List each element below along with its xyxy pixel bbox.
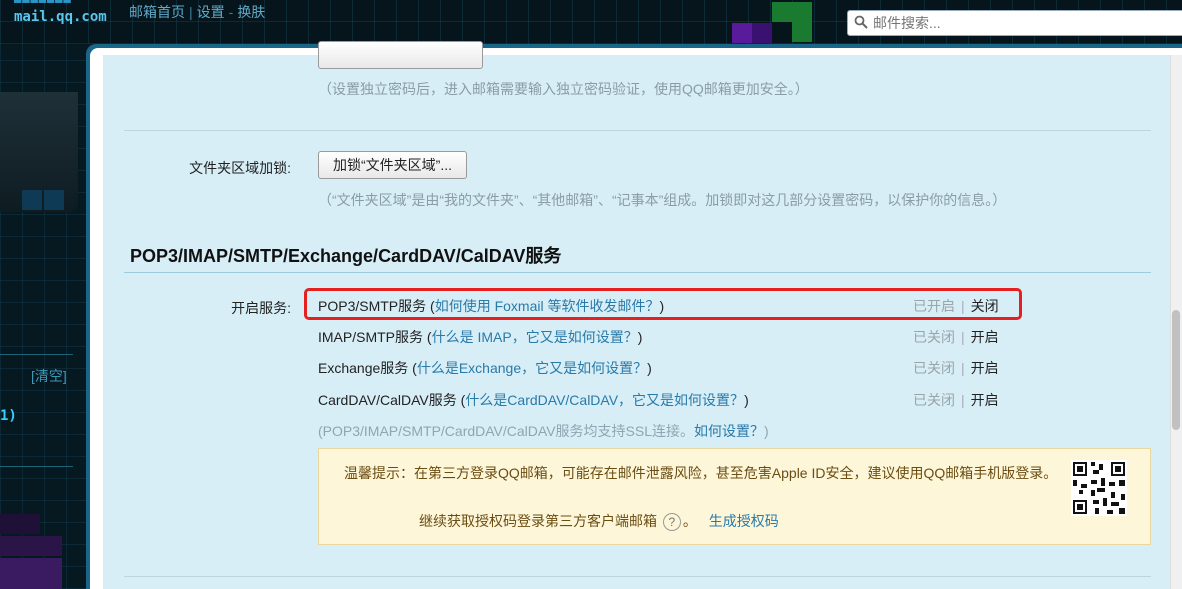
mail-search-box[interactable] (847, 10, 1182, 36)
help-icon[interactable]: ? (662, 513, 681, 532)
service-row-imap: IMAP/SMTP服务 (什么是 IMAP，它又是如何设置？) (318, 329, 643, 345)
service-help-link[interactable]: 什么是Exchange，它又是如何设置？ (417, 360, 647, 376)
scrollbar-thumb[interactable] (1172, 310, 1180, 430)
skin-decor-tile (752, 23, 772, 43)
status-text: 已关闭 (913, 360, 955, 376)
link-separator: | (189, 4, 193, 20)
settings-content: （设置独立密码后，进入邮箱需要输入独立密码验证，使用QQ邮箱更加安全。） 文件夹… (103, 41, 1170, 589)
sidebar-divider (0, 354, 73, 355)
status-text: 已关闭 (913, 329, 955, 345)
sidebar-decor-tile (44, 190, 64, 210)
service-name: IMAP/SMTP服务 (318, 329, 424, 345)
search-input[interactable] (873, 13, 1173, 33)
set-password-button[interactable] (318, 41, 483, 69)
status-separator: | (961, 392, 965, 408)
service-toggle-link[interactable]: 开启 (971, 329, 999, 345)
section-divider (124, 576, 1151, 577)
security-notice: 温馨提示：在第三方登录QQ邮箱，可能存在邮件泄露风险，甚至危害Apple ID安… (318, 448, 1151, 545)
status-text: 已关闭 (913, 392, 955, 408)
skin-decor-tile (732, 23, 752, 43)
sidebar-decor-tile (0, 558, 62, 589)
skin-decor-tile (792, 2, 812, 22)
service-toggle-link[interactable]: 开启 (971, 360, 999, 376)
link-change-skin[interactable]: 换肤 (237, 4, 265, 20)
status-separator: | (961, 360, 965, 376)
ssl-note-text: (POP3/IMAP/SMTP/CardDAV/CalDAV服务均支持SSL连接… (318, 423, 694, 439)
section-divider (124, 272, 1151, 273)
status-separator: | (961, 329, 965, 345)
link-separator: - (228, 4, 234, 20)
qr-code-icon (1071, 460, 1127, 516)
ssl-note: (POP3/IMAP/SMTP/CardDAV/CalDAV服务均支持SSL连接… (318, 421, 769, 441)
password-hint: （设置独立密码后，进入邮箱需要输入独立密码验证，使用QQ邮箱更加安全。） (318, 81, 809, 97)
top-links: 邮箱首页 | 设置 - 换肤 (129, 2, 265, 22)
service-help-link[interactable]: 什么是 IMAP，它又是如何设置？ (432, 329, 638, 345)
service-name: CardDAV/CalDAV服务 (318, 392, 457, 408)
link-mail-home[interactable]: 邮箱首页 (129, 4, 185, 20)
service-status-carddav: 已关闭 | 开启 (913, 390, 999, 410)
services-section-title: POP3/IMAP/SMTP/Exchange/CardDAV/CalDAV服务 (130, 246, 562, 266)
period-text: 。 (682, 513, 697, 529)
clear-button[interactable]: [清空] (31, 366, 67, 386)
notice-continue: 继续获取授权码登录第三方客户端邮箱 ?。 生成授权码 (419, 511, 779, 532)
pop3-row-highlight (304, 288, 1022, 320)
lock-folder-area-button[interactable]: 加锁“文件夹区域”... (318, 151, 467, 179)
skin-decor-tile (792, 22, 812, 42)
enable-service-label: 开启服务: (231, 300, 291, 316)
ssl-note-close: ) (764, 423, 769, 439)
folder-lock-hint: （“文件夹区域”是由“我的文件夹”、“其他邮箱”、“记事本”组成。加锁即对这几部… (318, 192, 1007, 208)
logo-text: mail.qq.com (14, 9, 107, 25)
left-sidebar: [清空] 1) (0, 44, 86, 589)
ssl-setup-link[interactable]: 如何设置？ (694, 423, 764, 439)
service-status-exchange: 已关闭 | 开启 (913, 358, 999, 378)
folder-lock-label: 文件夹区域加锁: (189, 160, 291, 176)
service-name: Exchange服务 (318, 360, 409, 376)
service-row-carddav: CardDAV/CalDAV服务 (什么是CardDAV/CalDAV，它又是如… (318, 392, 749, 408)
sidebar-decor-tile (22, 190, 42, 210)
service-help-link[interactable]: 什么是CardDAV/CalDAV，它又是如何设置？ (465, 392, 744, 408)
sidebar-divider (0, 466, 73, 467)
notice-message: 温馨提示：在第三方登录QQ邮箱，可能存在邮件泄露风险，甚至危害Apple ID安… (344, 465, 1058, 481)
folder-count: 1) (0, 408, 17, 424)
link-settings[interactable]: 设置 (197, 4, 225, 20)
sidebar-decor-tile (0, 536, 62, 556)
service-row-exchange: Exchange服务 (什么是Exchange，它又是如何设置？) (318, 360, 652, 376)
generate-auth-code-link[interactable]: 生成授权码 (709, 513, 779, 529)
skin-decor-tile (772, 2, 792, 22)
service-status-imap: 已关闭 | 开启 (913, 327, 999, 347)
sidebar-decor-tile (0, 514, 40, 534)
section-divider (124, 130, 1151, 131)
top-bar: ▀▀▀▀▀▀▀ mail.qq.com 邮箱首页 | 设置 - 换肤 (0, 0, 1182, 44)
continue-text: 继续获取授权码登录第三方客户端邮箱 (419, 513, 657, 529)
search-icon (854, 15, 868, 29)
service-toggle-link[interactable]: 开启 (971, 392, 999, 408)
qq-mail-logo[interactable]: ▀▀▀▀▀▀▀ mail.qq.com (14, 0, 107, 24)
